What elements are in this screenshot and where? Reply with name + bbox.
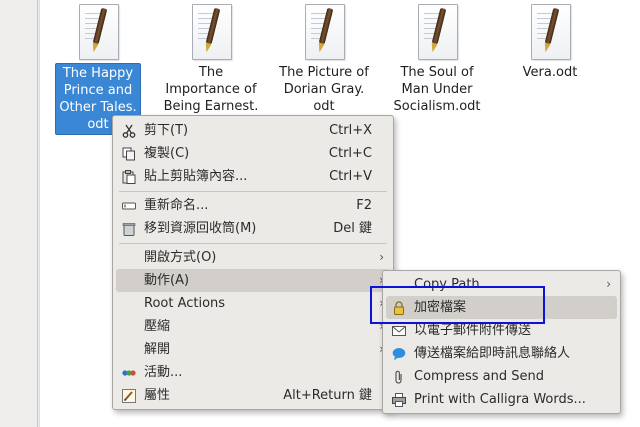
menu-item-shortcut: Ctrl+C [328, 146, 372, 161]
menu-item-cut[interactable]: 剪下(T) Ctrl+X [116, 119, 390, 142]
file-name: The Importance of Being Earnest. [163, 65, 259, 114]
menu-item-label: 壓縮 [144, 319, 171, 334]
side-panel-edge [0, 0, 40, 427]
chat-bubble-icon [392, 346, 406, 361]
paperclip-icon [392, 369, 406, 384]
file-name: The Picture of Dorian Gray. odt [279, 65, 369, 114]
menu-item-move-to-trash[interactable]: 移到資源回收筒(M) Del 鍵 [116, 217, 390, 240]
file-name: Vera.odt [522, 65, 578, 80]
odt-document-icon [188, 4, 234, 60]
printer-icon [392, 392, 406, 407]
menu-separator [119, 191, 387, 192]
rename-icon [122, 198, 136, 212]
menu-item-activities[interactable]: 活動... [116, 361, 390, 384]
menu-item-label: 剪下(T) [144, 123, 189, 138]
menu-item-label: 屬性 [144, 388, 171, 403]
chevron-right-icon: › [606, 277, 611, 291]
menu-item-label: 動作(A) [144, 273, 190, 288]
file-vera[interactable]: Vera.odt [490, 4, 610, 82]
trash-icon [122, 221, 136, 236]
menu-item-extract[interactable]: 解開 › [116, 338, 390, 361]
file-the-importance-of-being-earnest[interactable]: The Importance of Being Earnest. [151, 4, 271, 116]
menu-separator [119, 243, 387, 244]
menu-item-label: 貼上剪貼簿內容... [144, 169, 248, 184]
file-name: The Soul of Man Under Socialism.odt [393, 65, 481, 114]
menu-item-label: Root Actions [144, 296, 226, 311]
properties-icon [122, 388, 136, 403]
menu-item-shortcut: Ctrl+V [329, 169, 372, 184]
menu-item-rename[interactable]: 重新命名... F2 [116, 194, 390, 217]
menu-item-copy[interactable]: 複製(C) Ctrl+C [116, 142, 390, 165]
menu-item-label: Compress and Send [414, 369, 545, 384]
menu-item-properties[interactable]: 屬性 Alt+Return 鍵 [116, 384, 390, 407]
menu-item-label: Print with Calligra Words... [414, 392, 586, 407]
menu-item-label: 開啟方式(O) [144, 250, 217, 265]
activities-icon [122, 365, 136, 379]
menu-item-compress-and-send[interactable]: Compress and Send [386, 365, 617, 388]
scissors-icon [122, 123, 136, 138]
menu-item-print-with-calligra-words[interactable]: Print with Calligra Words... [386, 388, 617, 411]
mail-icon [392, 323, 406, 337]
menu-item-label: 解開 [144, 342, 171, 357]
menu-item-label: 複製(C) [144, 146, 190, 161]
menu-item-shortcut: Ctrl+X [329, 123, 372, 138]
chevron-right-icon: › [379, 250, 384, 264]
copy-icon [122, 146, 136, 161]
odt-document-icon [75, 4, 121, 60]
menu-item-paste[interactable]: 貼上剪貼簿內容... Ctrl+V [116, 165, 390, 188]
menu-item-label: 傳送檔案給即時訊息聯絡人 [414, 346, 571, 361]
menu-item-label: 重新命名... [144, 198, 209, 213]
menu-item-actions[interactable]: 動作(A) › [116, 269, 390, 292]
menu-item-root-actions[interactable]: Root Actions › [116, 292, 390, 315]
menu-item-shortcut: F2 [356, 198, 372, 213]
odt-document-icon [301, 4, 347, 60]
menu-item-send-to-im-contact[interactable]: 傳送檔案給即時訊息聯絡人 [386, 342, 617, 365]
annotation-highlight-box [370, 286, 545, 324]
menu-item-label: 移到資源回收筒(M) [144, 221, 257, 236]
menu-item-shortcut: Alt+Return 鍵 [283, 388, 372, 403]
menu-item-shortcut: Del 鍵 [333, 221, 372, 236]
paste-icon [122, 169, 136, 184]
menu-item-open-with[interactable]: 開啟方式(O) › [116, 246, 390, 269]
menu-item-label: 活動... [144, 365, 183, 380]
odt-document-icon [527, 4, 573, 60]
odt-document-icon [414, 4, 460, 60]
file-the-soul-of-man[interactable]: The Soul of Man Under Socialism.odt [377, 4, 497, 116]
menu-item-compress[interactable]: 壓縮 › [116, 315, 390, 338]
context-menu: 剪下(T) Ctrl+X 複製(C) Ctrl+C 貼上剪貼簿內容... Ctr… [112, 115, 394, 410]
file-the-picture-of-dorian-gray[interactable]: The Picture of Dorian Gray. odt [264, 4, 384, 116]
